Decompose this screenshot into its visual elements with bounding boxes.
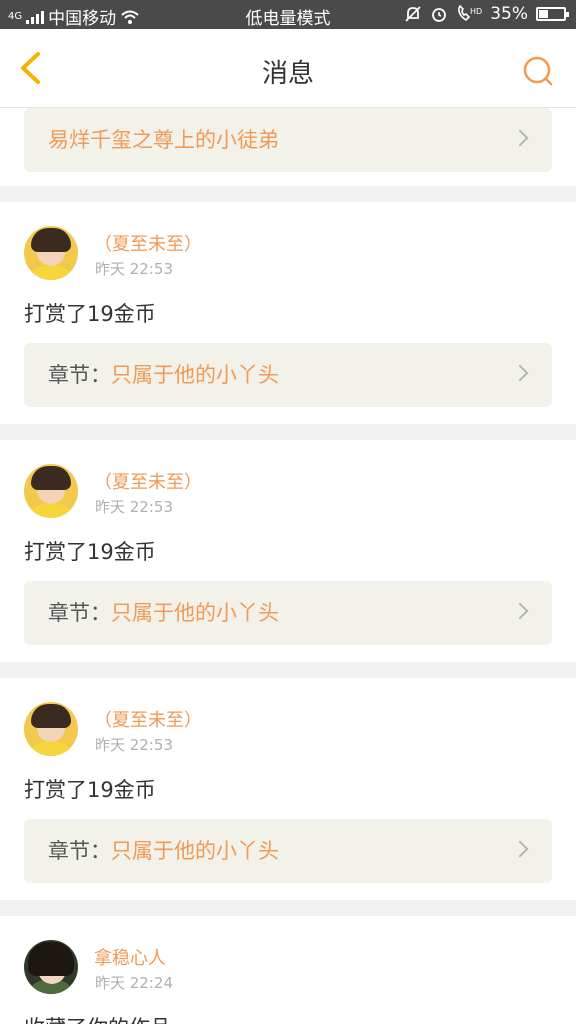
avatar[interactable] [24,226,78,280]
chapter-label: 章节： [48,363,111,387]
user-name[interactable]: 拿稳心人 [94,944,166,970]
status-bar: 4G 中国移动 低电量模式 HD 35% [0,0,576,29]
action-text: 收藏了你的作品 [24,1012,171,1024]
timestamp: 昨天 22:53 [95,736,173,754]
battery-percent: 35% [490,4,528,24]
mute-icon [405,6,421,22]
chapter-text: 章节：只属于他的小丫头 [48,597,279,627]
chapter-label: 章节： [48,839,111,863]
chevron-right-icon [511,602,529,620]
action-text: 打赏了19金币 [24,302,156,326]
search-icon[interactable] [522,55,554,87]
chapter-title: 只属于他的小丫头 [111,601,279,625]
message-card: （夏至未至） 昨天 22:53 打赏了19金币 章节：只属于他的小丫头 [0,678,576,900]
message-card-partial: 易烊千玺之尊上的小徒弟 [0,108,576,186]
action-text: 打赏了19金币 [24,778,156,802]
chapter-text: 章节：只属于他的小丫头 [48,835,279,865]
chapter-title: 易烊千玺之尊上的小徒弟 [48,128,279,152]
chevron-right-icon [511,840,529,858]
message-card: 拿稳心人 昨天 22:24 收藏了你的作品 [0,916,576,1024]
chevron-right-icon [511,129,529,147]
timestamp: 昨天 22:24 [95,974,173,992]
chapter-link[interactable]: 章节：只属于他的小丫头 [24,343,552,407]
avatar[interactable] [24,702,78,756]
chapter-title: 只属于他的小丫头 [111,363,279,387]
user-name[interactable]: （夏至未至） [94,230,202,256]
avatar[interactable] [24,464,78,518]
chapter-title: 只属于他的小丫头 [111,839,279,863]
alarm-icon [432,8,447,22]
page-title: 消息 [261,59,314,89]
action-text: 打赏了19金币 [24,540,156,564]
status-right: HD 35% [404,4,569,24]
chevron-right-icon [511,364,529,382]
chapter-label: 章节： [48,601,111,625]
avatar[interactable] [24,940,78,994]
hd-call-icon: HD [458,5,482,22]
chapter-text: 章节：只属于他的小丫头 [48,359,279,389]
message-card: （夏至未至） 昨天 22:53 打赏了19金币 章节：只属于他的小丫头 [0,440,576,662]
chapter-link[interactable]: 易烊千玺之尊上的小徒弟 [24,108,552,172]
chapter-link[interactable]: 章节：只属于他的小丫头 [24,819,552,883]
message-list[interactable]: 易烊千玺之尊上的小徒弟 （夏至未至） 昨天 22:53 打赏了19金币 章节：只… [0,108,576,1024]
message-card: （夏至未至） 昨天 22:53 打赏了19金币 章节：只属于他的小丫头 [0,202,576,424]
svg-text:HD: HD [470,7,482,16]
navigation-bar: 消息 [0,29,576,108]
chapter-text: 易烊千玺之尊上的小徒弟 [48,124,279,154]
user-name[interactable]: （夏至未至） [94,706,202,732]
chapter-link[interactable]: 章节：只属于他的小丫头 [24,581,552,645]
battery-icon [536,7,569,21]
timestamp: 昨天 22:53 [95,260,173,278]
timestamp: 昨天 22:53 [95,498,173,516]
user-name[interactable]: （夏至未至） [94,468,202,494]
